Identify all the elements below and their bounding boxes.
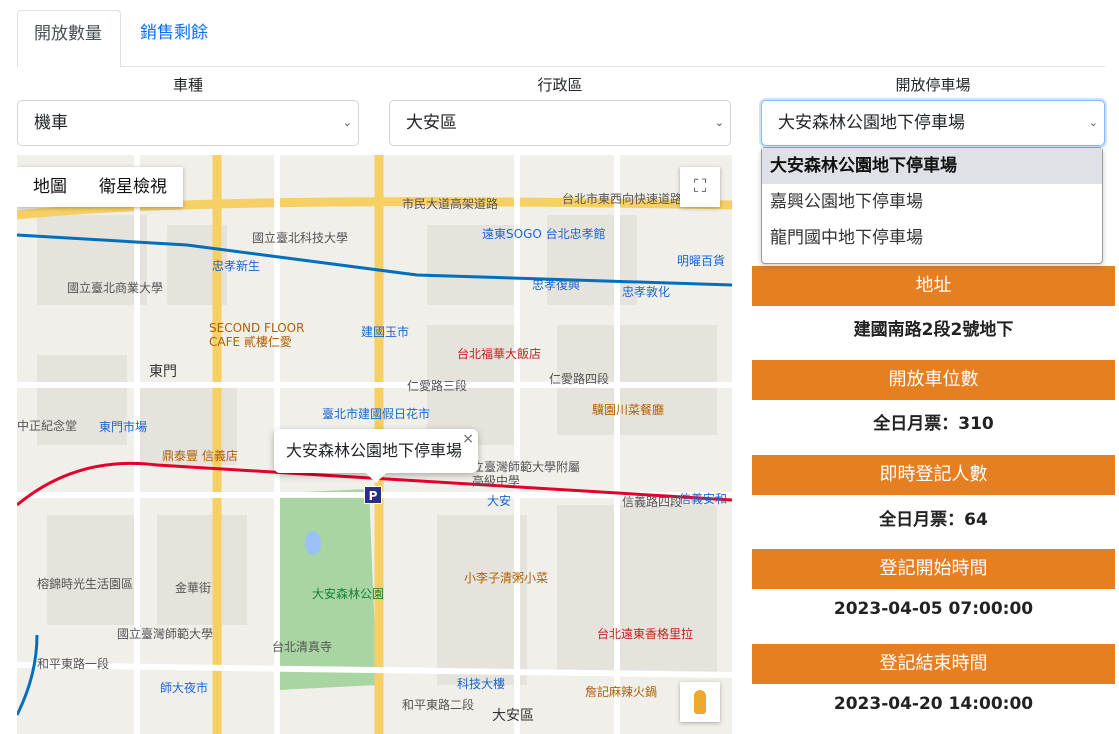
tab-bar: 開放數量 銷售剩餘 bbox=[17, 10, 1105, 68]
registered-count-value: 全日月票：64 bbox=[879, 510, 988, 530]
open-spaces-header: 開放車位數 bbox=[752, 360, 1115, 400]
map[interactable]: 市民大道高架道路 台北市東西向快速道路 國立臺北科技大學 遠東SOGO 台北忠孝… bbox=[17, 155, 732, 734]
map-label: 建國玉市 bbox=[361, 325, 410, 339]
map-label: 仁愛路三段 bbox=[407, 379, 468, 393]
lot-option[interactable]: 大安森林公園地下停車場 bbox=[762, 148, 1102, 184]
info-window-title: 大安森林公園地下停車場 bbox=[286, 441, 463, 460]
lot-select-value: 大安森林公園地下停車場 bbox=[778, 113, 965, 133]
map-label: 立臺灣師範大學附屬高級中學 bbox=[472, 460, 581, 488]
map-label: 市民大道高架道路 bbox=[402, 197, 499, 211]
tab-sales-remaining[interactable]: 銷售剩餘 bbox=[124, 10, 224, 67]
map-label: 國立臺灣師範大學 bbox=[117, 627, 214, 641]
map-label: 大安 bbox=[487, 494, 512, 508]
map-label: 台北清真寺 bbox=[272, 640, 333, 654]
vehicle-select[interactable]: 機車 ⌄ bbox=[17, 100, 359, 146]
map-info-window: 大安森林公園地下停車場 × bbox=[274, 429, 478, 483]
map-label: 和平東路一段 bbox=[37, 657, 110, 671]
map-label: 忠孝新生 bbox=[212, 259, 261, 273]
start-time-value: 2023-04-05 07:00:00 bbox=[833, 599, 1034, 619]
close-icon[interactable]: × bbox=[462, 417, 474, 461]
chevron-down-icon: ⌄ bbox=[714, 116, 724, 129]
end-time-value: 2023-04-20 14:00:00 bbox=[833, 694, 1034, 714]
lot-label: 開放停車場 bbox=[895, 76, 971, 94]
fullscreen-icon[interactable]: ⛶ bbox=[680, 167, 720, 207]
map-label: 驥園川菜餐廳 bbox=[592, 403, 665, 417]
map-label: 信義路四段 bbox=[622, 495, 683, 509]
registered-count-header: 即時登記人數 bbox=[752, 455, 1115, 495]
map-label: 東門 bbox=[149, 364, 177, 380]
lot-dropdown-list: 大安森林公園地下停車場 嘉興公園地下停車場 龍門國中地下停車場 bbox=[761, 147, 1103, 264]
map-label: 臺北市建國假日花市 bbox=[322, 407, 431, 421]
district-select[interactable]: 大安區 ⌄ bbox=[389, 100, 731, 146]
address-value: 建國南路2段2號地下 bbox=[853, 320, 1014, 340]
map-label: 台北市東西向快速道路 bbox=[562, 192, 683, 206]
vehicle-label: 車種 bbox=[172, 76, 203, 94]
map-type-satellite-button[interactable]: 衛星檢視 bbox=[83, 167, 183, 207]
map-label: 科技大樓 bbox=[457, 677, 506, 691]
map-type-map-button[interactable]: 地圖 bbox=[17, 167, 83, 207]
map-label: 台北福華大飯店 bbox=[457, 347, 542, 361]
lot-option[interactable]: 嘉興公園地下停車場 bbox=[762, 184, 1102, 220]
map-label: 小李子清粥小菜 bbox=[464, 571, 549, 585]
street-view-pegman-icon[interactable] bbox=[680, 682, 720, 722]
parking-marker-icon[interactable]: P bbox=[364, 486, 382, 504]
district-select-value: 大安區 bbox=[406, 113, 457, 133]
map-label: 東門市場 bbox=[99, 420, 148, 434]
address-header: 地址 bbox=[752, 266, 1115, 306]
map-label: 遠東SOGO 台北忠孝館 bbox=[482, 227, 606, 241]
chevron-down-icon: ⌄ bbox=[1088, 116, 1098, 129]
start-time-header: 登記開始時間 bbox=[752, 549, 1115, 589]
map-label: 中正紀念堂 bbox=[17, 419, 78, 433]
map-label: 明曜百貨 bbox=[677, 254, 726, 268]
vehicle-select-value: 機車 bbox=[34, 113, 68, 133]
map-label: 榕錦時光生活園區 bbox=[37, 577, 134, 591]
end-time-header: 登記結束時間 bbox=[752, 644, 1115, 684]
map-label: 信義安和 bbox=[679, 492, 728, 506]
lot-select[interactable]: 大安森林公園地下停車場 ⌄ bbox=[761, 100, 1105, 146]
map-label: 和平東路二段 bbox=[402, 698, 475, 712]
map-label: 國立臺北科技大學 bbox=[252, 231, 349, 245]
map-label: 鼎泰豐 信義店 bbox=[162, 449, 238, 463]
map-label: 忠孝敦化 bbox=[622, 285, 671, 299]
lot-option[interactable]: 龍門國中地下停車場 bbox=[762, 220, 1102, 256]
open-spaces-value: 全日月票：310 bbox=[873, 414, 994, 434]
map-label: 金華街 bbox=[175, 581, 212, 595]
map-label: 師大夜市 bbox=[160, 681, 209, 695]
map-label: SECOND FLOOR CAFE 貳樓仁愛 bbox=[209, 321, 305, 349]
chevron-down-icon: ⌄ bbox=[342, 116, 352, 129]
map-label: 國立臺北商業大學 bbox=[67, 281, 164, 295]
map-label: 大安森林公園 bbox=[312, 587, 385, 601]
map-label: 忠孝復興 bbox=[532, 278, 581, 292]
map-label: 仁愛路四段 bbox=[549, 372, 610, 386]
map-label: 台北遠東香格里拉 bbox=[597, 627, 694, 641]
tab-open-count[interactable]: 開放數量 bbox=[17, 10, 121, 68]
map-type-control: 地圖 衛星檢視 bbox=[17, 167, 183, 207]
map-label: 詹記麻辣火鍋 bbox=[585, 685, 658, 699]
map-label: 大安區 bbox=[492, 708, 534, 724]
district-label: 行政區 bbox=[537, 76, 583, 94]
